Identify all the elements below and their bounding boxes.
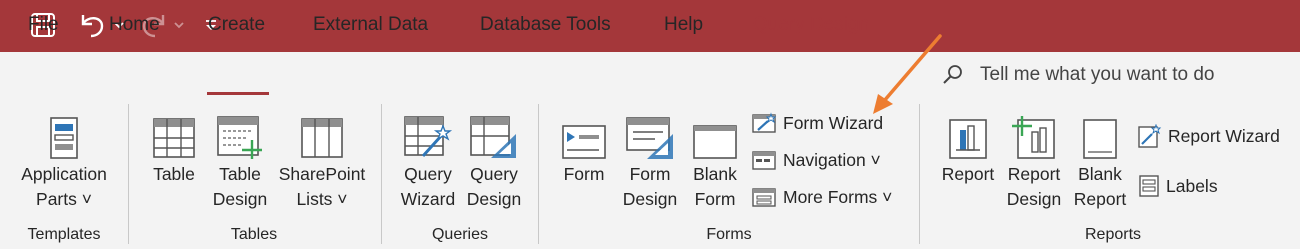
group-label-forms: Forms — [706, 226, 752, 243]
tab-query-design[interactable]: Query Design — [753, 14, 869, 36]
report-design-label-2: Design — [1006, 189, 1062, 209]
tab-help[interactable]: Help — [664, 14, 703, 36]
group-separator — [538, 104, 539, 244]
application-parts-label-2: Parts ˅ — [36, 189, 92, 209]
query-design-icon — [469, 108, 519, 160]
form-wizard-icon — [752, 112, 777, 133]
group-label-templates: Templates — [27, 226, 101, 243]
query-wizard-icon — [403, 108, 453, 160]
group-label-tables: Tables — [230, 226, 278, 243]
blank-form-label-2: Form — [694, 189, 736, 209]
application-parts-label-1: Application — [21, 164, 107, 184]
query-design-button[interactable]: Query Design — [462, 108, 526, 212]
blank-report-label-2: Report — [1073, 189, 1127, 209]
form-wizard-label: Form Wizard — [783, 112, 884, 133]
form-button[interactable]: Form — [556, 108, 612, 187]
navigation-icon — [752, 151, 776, 170]
blank-report-button[interactable]: Blank Report — [1070, 108, 1130, 212]
labels-label: Labels — [1166, 175, 1218, 196]
form-icon — [561, 108, 607, 160]
report-wizard-label: Report Wizard — [1168, 125, 1280, 146]
form-wizard-button[interactable]: Form Wizard — [752, 112, 883, 134]
table-design-label-2: Design — [212, 189, 268, 209]
labels-button[interactable]: Labels — [1137, 174, 1218, 198]
more-forms-icon — [752, 188, 776, 207]
group-label-reports: Reports — [1084, 226, 1142, 243]
group-label-queries: Queries — [431, 226, 489, 243]
navigation-button[interactable]: Navigation ˅ — [752, 149, 881, 171]
report-design-icon — [1010, 108, 1058, 160]
tab-external-data[interactable]: External Data — [313, 14, 428, 36]
labels-icon — [1139, 175, 1159, 197]
query-design-label-2: Design — [466, 189, 522, 209]
sharepoint-lists-icon — [300, 108, 344, 160]
query-wizard-label-1: Query — [404, 164, 452, 184]
query-design-label-1: Query — [470, 164, 518, 184]
group-separator — [128, 104, 129, 244]
report-design-button[interactable]: Report Design — [1002, 108, 1066, 212]
tell-me-box[interactable]: Tell me what you want to do — [942, 64, 1214, 86]
group-separator — [919, 104, 920, 244]
sharepoint-lists-label-1: SharePoint — [278, 164, 366, 184]
tell-me-text: Tell me what you want to do — [980, 64, 1215, 85]
report-wizard-icon — [1138, 124, 1162, 148]
table-design-icon — [216, 108, 264, 160]
sharepoint-lists-button[interactable]: SharePoint Lists ˅ — [274, 108, 370, 212]
undo-icon[interactable] — [77, 10, 107, 40]
report-label: Report — [941, 164, 995, 184]
form-label: Form — [563, 164, 605, 184]
form-design-label-2: Design — [622, 189, 678, 209]
form-design-icon — [625, 108, 675, 160]
table-design-label-1: Table — [219, 164, 261, 184]
table-icon — [152, 108, 196, 160]
application-parts-icon — [49, 108, 79, 160]
form-design-button[interactable]: Form Design — [618, 108, 682, 212]
blank-report-label-1: Blank — [1078, 164, 1122, 184]
tab-file[interactable]: File — [28, 14, 59, 36]
navigation-label: Navigation ˅ — [783, 149, 881, 170]
query-wizard-label-2: Wizard — [400, 189, 456, 209]
blank-form-icon — [692, 108, 738, 160]
table-button[interactable]: Table — [146, 108, 202, 187]
form-design-label-1: Form — [629, 164, 671, 184]
report-button[interactable]: Report — [938, 108, 998, 187]
tab-database-tools[interactable]: Database Tools — [480, 14, 611, 36]
report-design-label-1: Report — [1007, 164, 1061, 184]
report-icon — [946, 108, 990, 160]
more-forms-label: More Forms ˅ — [783, 186, 893, 207]
application-parts-button[interactable]: Application Parts ˅ — [14, 108, 114, 212]
table-label: Table — [153, 164, 195, 184]
blank-form-button[interactable]: Blank Form — [686, 108, 744, 212]
redo-dropdown-icon[interactable] — [173, 10, 185, 40]
group-separator — [381, 104, 382, 244]
sharepoint-lists-label-2: Lists ˅ — [296, 189, 348, 209]
report-wizard-button[interactable]: Report Wizard — [1137, 124, 1280, 148]
query-wizard-button[interactable]: Query Wizard — [396, 108, 460, 212]
table-design-button[interactable]: Table Design — [208, 108, 272, 212]
title-bar — [0, 0, 1300, 52]
active-tab-indicator — [207, 92, 269, 95]
tab-home[interactable]: Home — [109, 14, 160, 36]
search-icon — [943, 65, 962, 84]
blank-form-label-1: Blank — [693, 164, 737, 184]
blank-report-icon — [1080, 108, 1120, 160]
more-forms-button[interactable]: More Forms ˅ — [752, 186, 892, 208]
tab-create[interactable]: Create — [208, 14, 265, 36]
